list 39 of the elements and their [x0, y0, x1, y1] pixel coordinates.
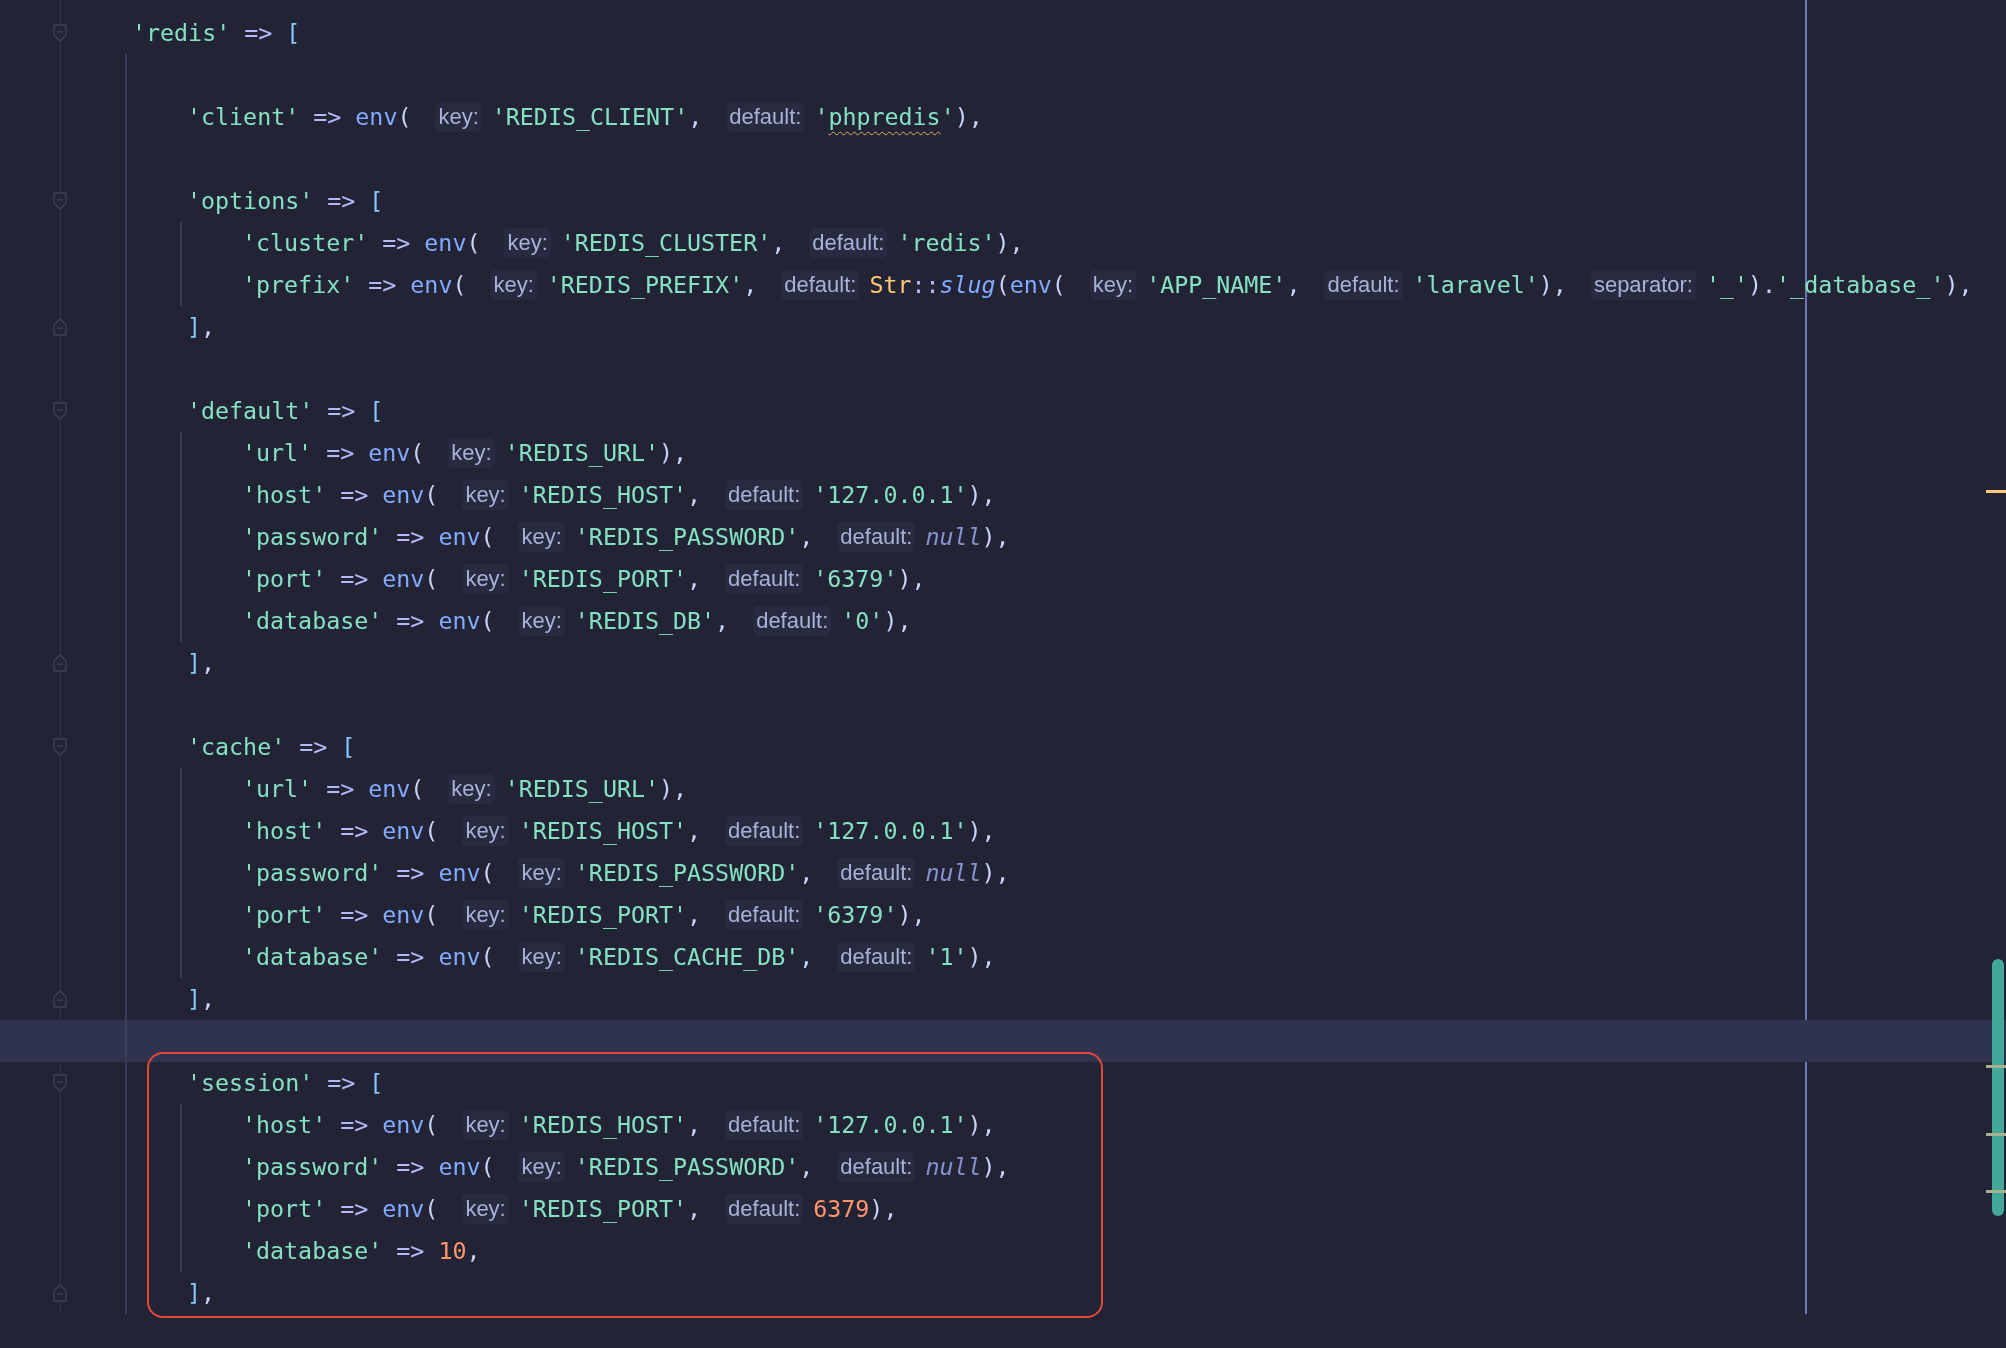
code-line: 'password' => env( key: 'REDIS_PASSWORD', default: null),: [242, 857, 1010, 890]
scrollbar-marker[interactable]: [1986, 1065, 2006, 1068]
fold-icon[interactable]: [53, 990, 67, 1008]
fold-icon[interactable]: [53, 318, 67, 336]
code-line: 'cache' => [: [187, 732, 356, 762]
scrollbar-marker[interactable]: [1986, 1190, 2006, 1193]
code-line: ],: [187, 1278, 216, 1308]
code-line: 'database' => 10,: [242, 1236, 481, 1266]
code-line: 'default' => [: [187, 396, 384, 426]
code-line: 'password' => env( key: 'REDIS_PASSWORD', default: null),: [242, 521, 1010, 554]
fold-icon[interactable]: [53, 402, 67, 420]
scrollbar-marker[interactable]: [1986, 1133, 2006, 1136]
code-line: ],: [187, 312, 216, 342]
fold-icon[interactable]: [53, 24, 67, 42]
code-line: 'client' => env( key: 'REDIS_CLIENT', default: 'phpredis'),: [187, 101, 983, 134]
code-line: 'port' => env( key: 'REDIS_PORT', default: '6379'),: [242, 899, 926, 932]
fold-icon[interactable]: [53, 1284, 67, 1302]
scrollbar-marker[interactable]: [1986, 490, 2006, 493]
fold-icon[interactable]: [53, 1074, 67, 1092]
scrollbar-thumb[interactable]: [1992, 959, 2004, 1216]
code-line: 'session' => [: [187, 1068, 384, 1098]
code-line: 'url' => env( key: 'REDIS_URL'),: [242, 773, 688, 806]
code-line: 'database' => env( key: 'REDIS_CACHE_DB', default: '1'),: [242, 941, 996, 974]
code-line: 'password' => env( key: 'REDIS_PASSWORD', default: null),: [242, 1151, 1010, 1184]
code-line: ],: [187, 984, 216, 1014]
code-line: 'host' => env( key: 'REDIS_HOST', default: '127.0.0.1'),: [242, 1109, 996, 1142]
code-line: 'database' => env( key: 'REDIS_DB', default: '0'),: [242, 605, 912, 638]
fold-icon[interactable]: [53, 654, 67, 672]
code-line: 'port' => env( key: 'REDIS_PORT', default: 6379),: [242, 1193, 898, 1226]
code-line: ],: [187, 648, 216, 678]
code-line: 'cluster' => env( key: 'REDIS_CLUSTER', default: 'redis'),: [242, 227, 1024, 260]
code-line: 'url' => env( key: 'REDIS_URL'),: [242, 437, 688, 470]
code-line: 'redis' => [: [132, 18, 301, 48]
code-line: 'options' => [: [187, 186, 384, 216]
code-line: 'port' => env( key: 'REDIS_PORT', default: '6379'),: [242, 563, 926, 596]
code-line: 'host' => env( key: 'REDIS_HOST', default: '127.0.0.1'),: [242, 815, 996, 848]
fold-icon[interactable]: [53, 738, 67, 756]
code-line: 'host' => env( key: 'REDIS_HOST', default: '127.0.0.1'),: [242, 479, 996, 512]
fold-icon[interactable]: [53, 192, 67, 210]
